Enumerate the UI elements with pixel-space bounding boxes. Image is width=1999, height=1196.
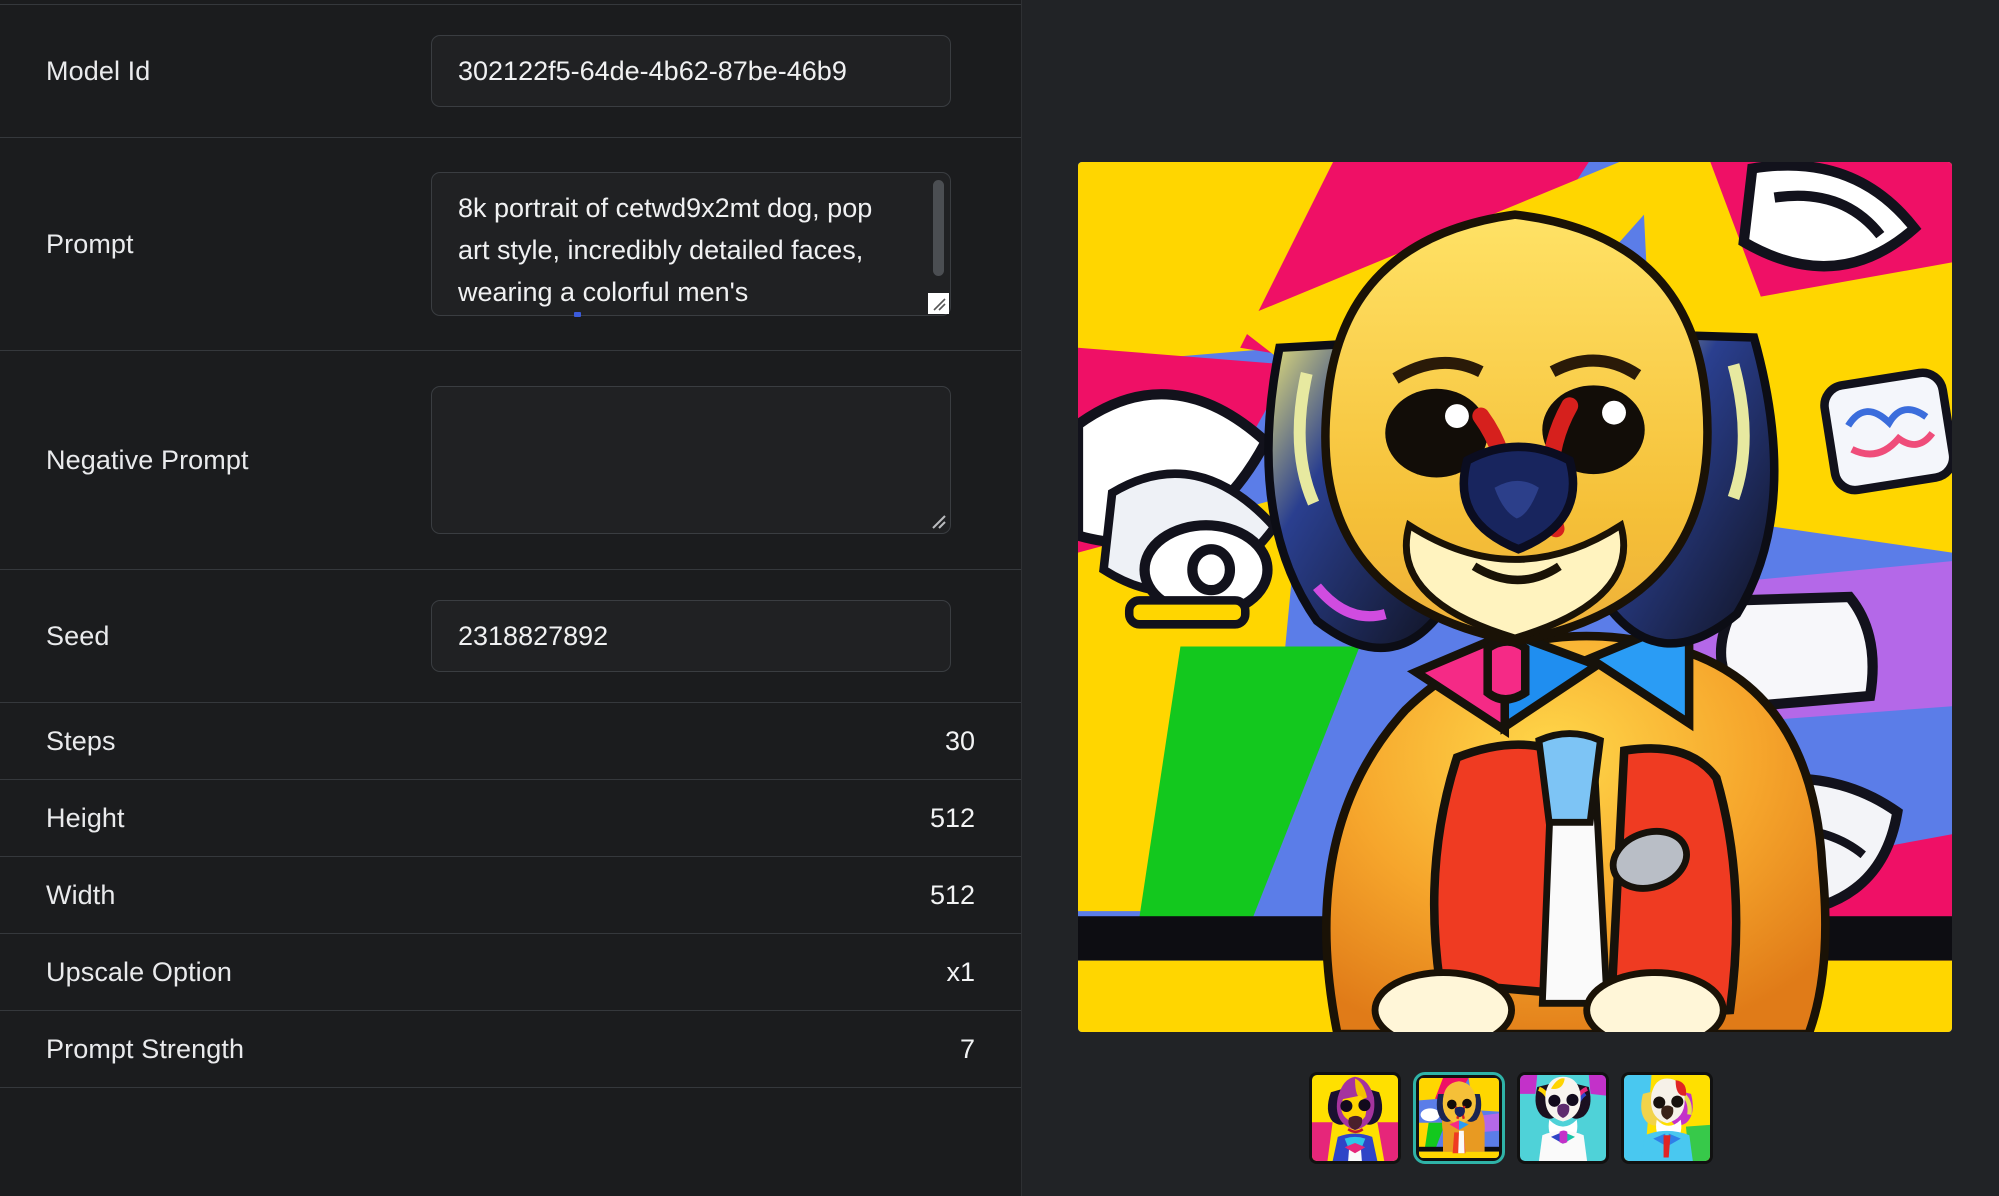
thumbnail-image: [1418, 1078, 1499, 1158]
field-row-prompt: Prompt 8k portrait of cetwd9x2mt dog, po…: [0, 138, 1021, 350]
thumbnail-strip: [1022, 1072, 1999, 1164]
text-caret-indicator: [574, 312, 581, 317]
setting-label-prompt-strength: Prompt Strength: [46, 1033, 245, 1064]
model-id-input[interactable]: [431, 35, 951, 107]
setting-value-prompt-strength: 7: [959, 1033, 975, 1064]
setting-label-height: Height: [46, 802, 125, 833]
parameters-panel: Model Id Prompt 8k portrait of cetwd9x2m…: [0, 0, 1022, 1196]
prompt-scrollbar-thumb[interactable]: [933, 180, 944, 276]
preview-panel: [1022, 0, 1999, 1196]
seed-input[interactable]: [431, 600, 951, 672]
negative-prompt-textarea[interactable]: [431, 386, 951, 534]
setting-row-width: Width 512: [0, 857, 1021, 933]
setting-label-width: Width: [46, 879, 116, 910]
setting-value-height: 512: [929, 802, 975, 833]
setting-row-steps: Steps 30: [0, 703, 1021, 779]
prompt-scrollbar[interactable]: [933, 180, 944, 308]
thumbnail-item[interactable]: [1620, 1072, 1713, 1164]
thumbnail-item-selected[interactable]: [1412, 1072, 1505, 1164]
prompt-textarea-wrapper: 8k portrait of cetwd9x2mt dog, pop art s…: [431, 172, 951, 316]
field-label-prompt: Prompt: [46, 228, 134, 259]
divider: [0, 1087, 1021, 1088]
setting-label-upscale-option: Upscale Option: [46, 956, 232, 987]
field-label-negative-prompt: Negative Prompt: [46, 444, 249, 475]
field-row-model-id: Model Id: [0, 5, 1021, 137]
negative-prompt-resize-handle-icon[interactable]: [929, 512, 947, 530]
thumbnail-image: [1623, 1075, 1710, 1161]
field-label-seed: Seed: [46, 620, 110, 651]
setting-row-upscale-option: Upscale Option x1: [0, 934, 1021, 1010]
thumbnail-item[interactable]: [1308, 1072, 1401, 1164]
prompt-textarea[interactable]: 8k portrait of cetwd9x2mt dog, pop art s…: [431, 172, 951, 316]
generated-image-preview[interactable]: [1078, 162, 1952, 1032]
setting-value-upscale-option: x1: [946, 956, 975, 987]
field-row-seed: Seed: [0, 570, 1021, 702]
prompt-resize-handle-icon[interactable]: [928, 293, 949, 314]
setting-label-steps: Steps: [46, 725, 116, 756]
generation-detail-screen: Model Id Prompt 8k portrait of cetwd9x2m…: [0, 0, 1999, 1196]
field-row-negative-prompt: Negative Prompt: [0, 351, 1021, 569]
field-label-model-id: Model Id: [46, 55, 151, 86]
thumbnail-item[interactable]: [1516, 1072, 1609, 1164]
setting-value-steps: 30: [944, 725, 975, 756]
thumbnail-image: [1311, 1075, 1398, 1161]
setting-value-width: 512: [929, 879, 975, 910]
setting-row-height: Height 512: [0, 780, 1021, 856]
setting-row-prompt-strength: Prompt Strength 7: [0, 1011, 1021, 1087]
thumbnail-image: [1519, 1075, 1606, 1161]
negative-prompt-textarea-wrapper: [431, 386, 951, 534]
